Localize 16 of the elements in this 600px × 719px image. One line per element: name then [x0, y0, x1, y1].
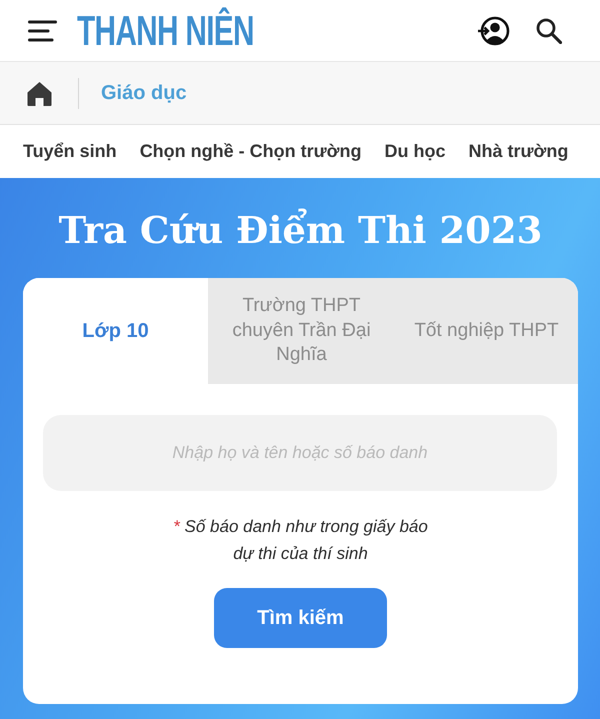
search-field[interactable]: Nhập họ và tên hoặc số báo danh [43, 415, 557, 491]
category-link[interactable]: Tuyển sinh [23, 141, 117, 162]
exam-tab[interactable]: Tốt nghiệp THPT [395, 278, 578, 384]
category-link[interactable]: Chọn nghề - Chọn trường [140, 141, 362, 162]
site-logo[interactable]: THANH NIÊN [77, 10, 254, 52]
search-button[interactable]: Tìm kiếm [214, 588, 387, 648]
menu-icon[interactable] [28, 20, 57, 42]
category-link[interactable]: Nhà trường [468, 141, 568, 162]
home-icon[interactable] [27, 80, 52, 106]
breadcrumb-link[interactable]: Giáo dục [101, 82, 187, 104]
search-icon[interactable] [536, 18, 562, 44]
user-login-icon[interactable] [478, 16, 510, 46]
hint-text: * Số báo danh như trong giấy báo dự thi của thí sinh [172, 516, 429, 565]
page-title: Tra Cứu Điểm Thi 2023 [58, 207, 544, 254]
exam-tab[interactable]: Trường THPT chuyên Trần Đại Nghĩa [208, 278, 395, 384]
category-link[interactable]: Du học [384, 141, 446, 162]
